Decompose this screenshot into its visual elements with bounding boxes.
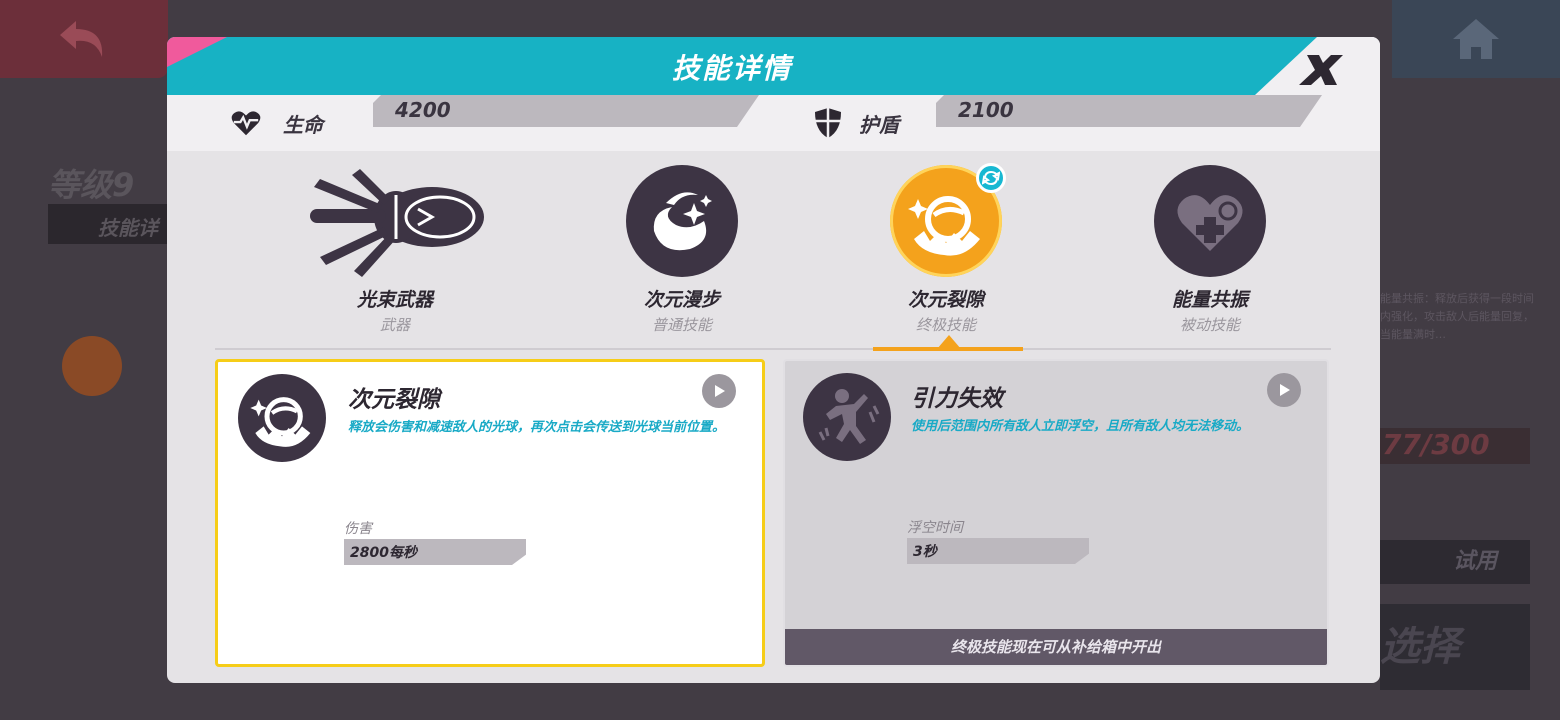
skill-type: 被动技能	[1179, 316, 1240, 334]
card-title: 引力失效	[911, 386, 1003, 412]
spider-gauntlet-icon	[295, 165, 495, 277]
rift-orb-icon	[908, 196, 980, 256]
hp-value: 4200	[373, 95, 759, 127]
skill-selector: 光束武器 武器 次元漫步 普通技能 次元裂隙 终极技能 能量共振 被动技能	[167, 151, 1380, 349]
select-button[interactable]: 选择	[1380, 604, 1530, 690]
home-button[interactable]	[1392, 0, 1560, 78]
heart-plus-icon	[1177, 195, 1243, 251]
play-button[interactable]	[702, 374, 736, 408]
skill-card-alternate[interactable]: 引力失效 使用后范围内所有敌人立即浮空，且所有敌人均无法移动。 浮空时间 3秒 …	[783, 359, 1329, 667]
shield-label: 护盾	[859, 112, 899, 137]
skill-ring	[1154, 165, 1266, 277]
hp-label: 生命	[283, 112, 323, 137]
bg-description: 能量共振：释放后获得一段时间内强化，攻击敌人后能量回复，当能量满时…	[1380, 292, 1534, 341]
skill-detail-tab[interactable]: 技能详	[48, 204, 178, 244]
play-icon	[715, 385, 725, 397]
modal-title: 技能详情	[671, 52, 792, 85]
skill-card-current[interactable]: 次元裂隙 释放会伤害和减速敌人的光球，再次点击会传送到光球当前位置。 伤害 28…	[215, 359, 765, 667]
skill-type: 武器	[379, 316, 410, 334]
skill-ultimate[interactable]: 次元裂隙 终极技能	[836, 163, 1056, 335]
skill-type: 终极技能	[915, 316, 976, 334]
close-button[interactable]	[1297, 51, 1347, 89]
shield-icon	[813, 108, 843, 138]
skill-name: 光束武器	[356, 289, 433, 311]
level-label: 等级9	[48, 166, 135, 204]
card-stat-label: 伤害	[344, 521, 372, 537]
skill-passive[interactable]: 能量共振 被动技能	[1100, 165, 1320, 335]
skill-ring-selected	[890, 163, 1006, 277]
modal-header: 技能详情	[167, 37, 1380, 117]
bg-progress: 77/300	[1380, 428, 1530, 464]
gravity-figure-icon	[803, 373, 891, 461]
skill-detail-modal: 技能详情 生命 4200 护盾 2100 光束武器 武器 次元漫步 普通技能 次…	[167, 37, 1380, 683]
heart-rate-icon	[231, 108, 261, 138]
back-arrow-icon	[60, 21, 103, 57]
try-button[interactable]: 试用	[1380, 540, 1530, 584]
card-description: 释放会伤害和减速敌人的光球，再次点击会传送到光球当前位置。	[348, 420, 726, 435]
coin-icon	[62, 336, 122, 396]
play-icon	[1280, 384, 1290, 396]
hp-stat: 生命	[231, 107, 323, 139]
card-footer-note: 终极技能现在可从补给箱中开出	[785, 629, 1327, 665]
skill-name: 次元裂隙	[907, 289, 984, 311]
home-icon	[1453, 19, 1499, 59]
card-stat-label: 浮空时间	[907, 520, 963, 536]
play-button[interactable]	[1267, 373, 1301, 407]
card-stat-value: 2800每秒	[344, 539, 526, 565]
stats-row: 生命 4200 护盾 2100	[167, 95, 1380, 151]
skill-normal[interactable]: 次元漫步 普通技能	[572, 165, 792, 335]
skill-name: 能量共振	[1171, 289, 1248, 311]
refresh-icon[interactable]	[976, 163, 1006, 193]
skill-ring	[626, 165, 738, 277]
card-stat-value: 3秒	[907, 538, 1089, 564]
rift-orb-icon	[238, 374, 326, 462]
swirl-sparkle-icon	[653, 192, 712, 251]
card-description: 使用后范围内所有敌人立即浮空，且所有敌人均无法移动。	[911, 419, 1250, 434]
divider	[215, 348, 1331, 350]
shield-stat: 护盾	[813, 107, 899, 139]
back-button[interactable]	[0, 0, 168, 78]
close-icon	[1299, 55, 1343, 85]
card-title: 次元裂隙	[348, 387, 440, 413]
skill-weapon[interactable]: 光束武器 武器	[285, 165, 505, 335]
skill-type: 普通技能	[651, 316, 712, 334]
skill-name: 次元漫步	[643, 289, 720, 311]
shield-value: 2100	[936, 95, 1322, 127]
